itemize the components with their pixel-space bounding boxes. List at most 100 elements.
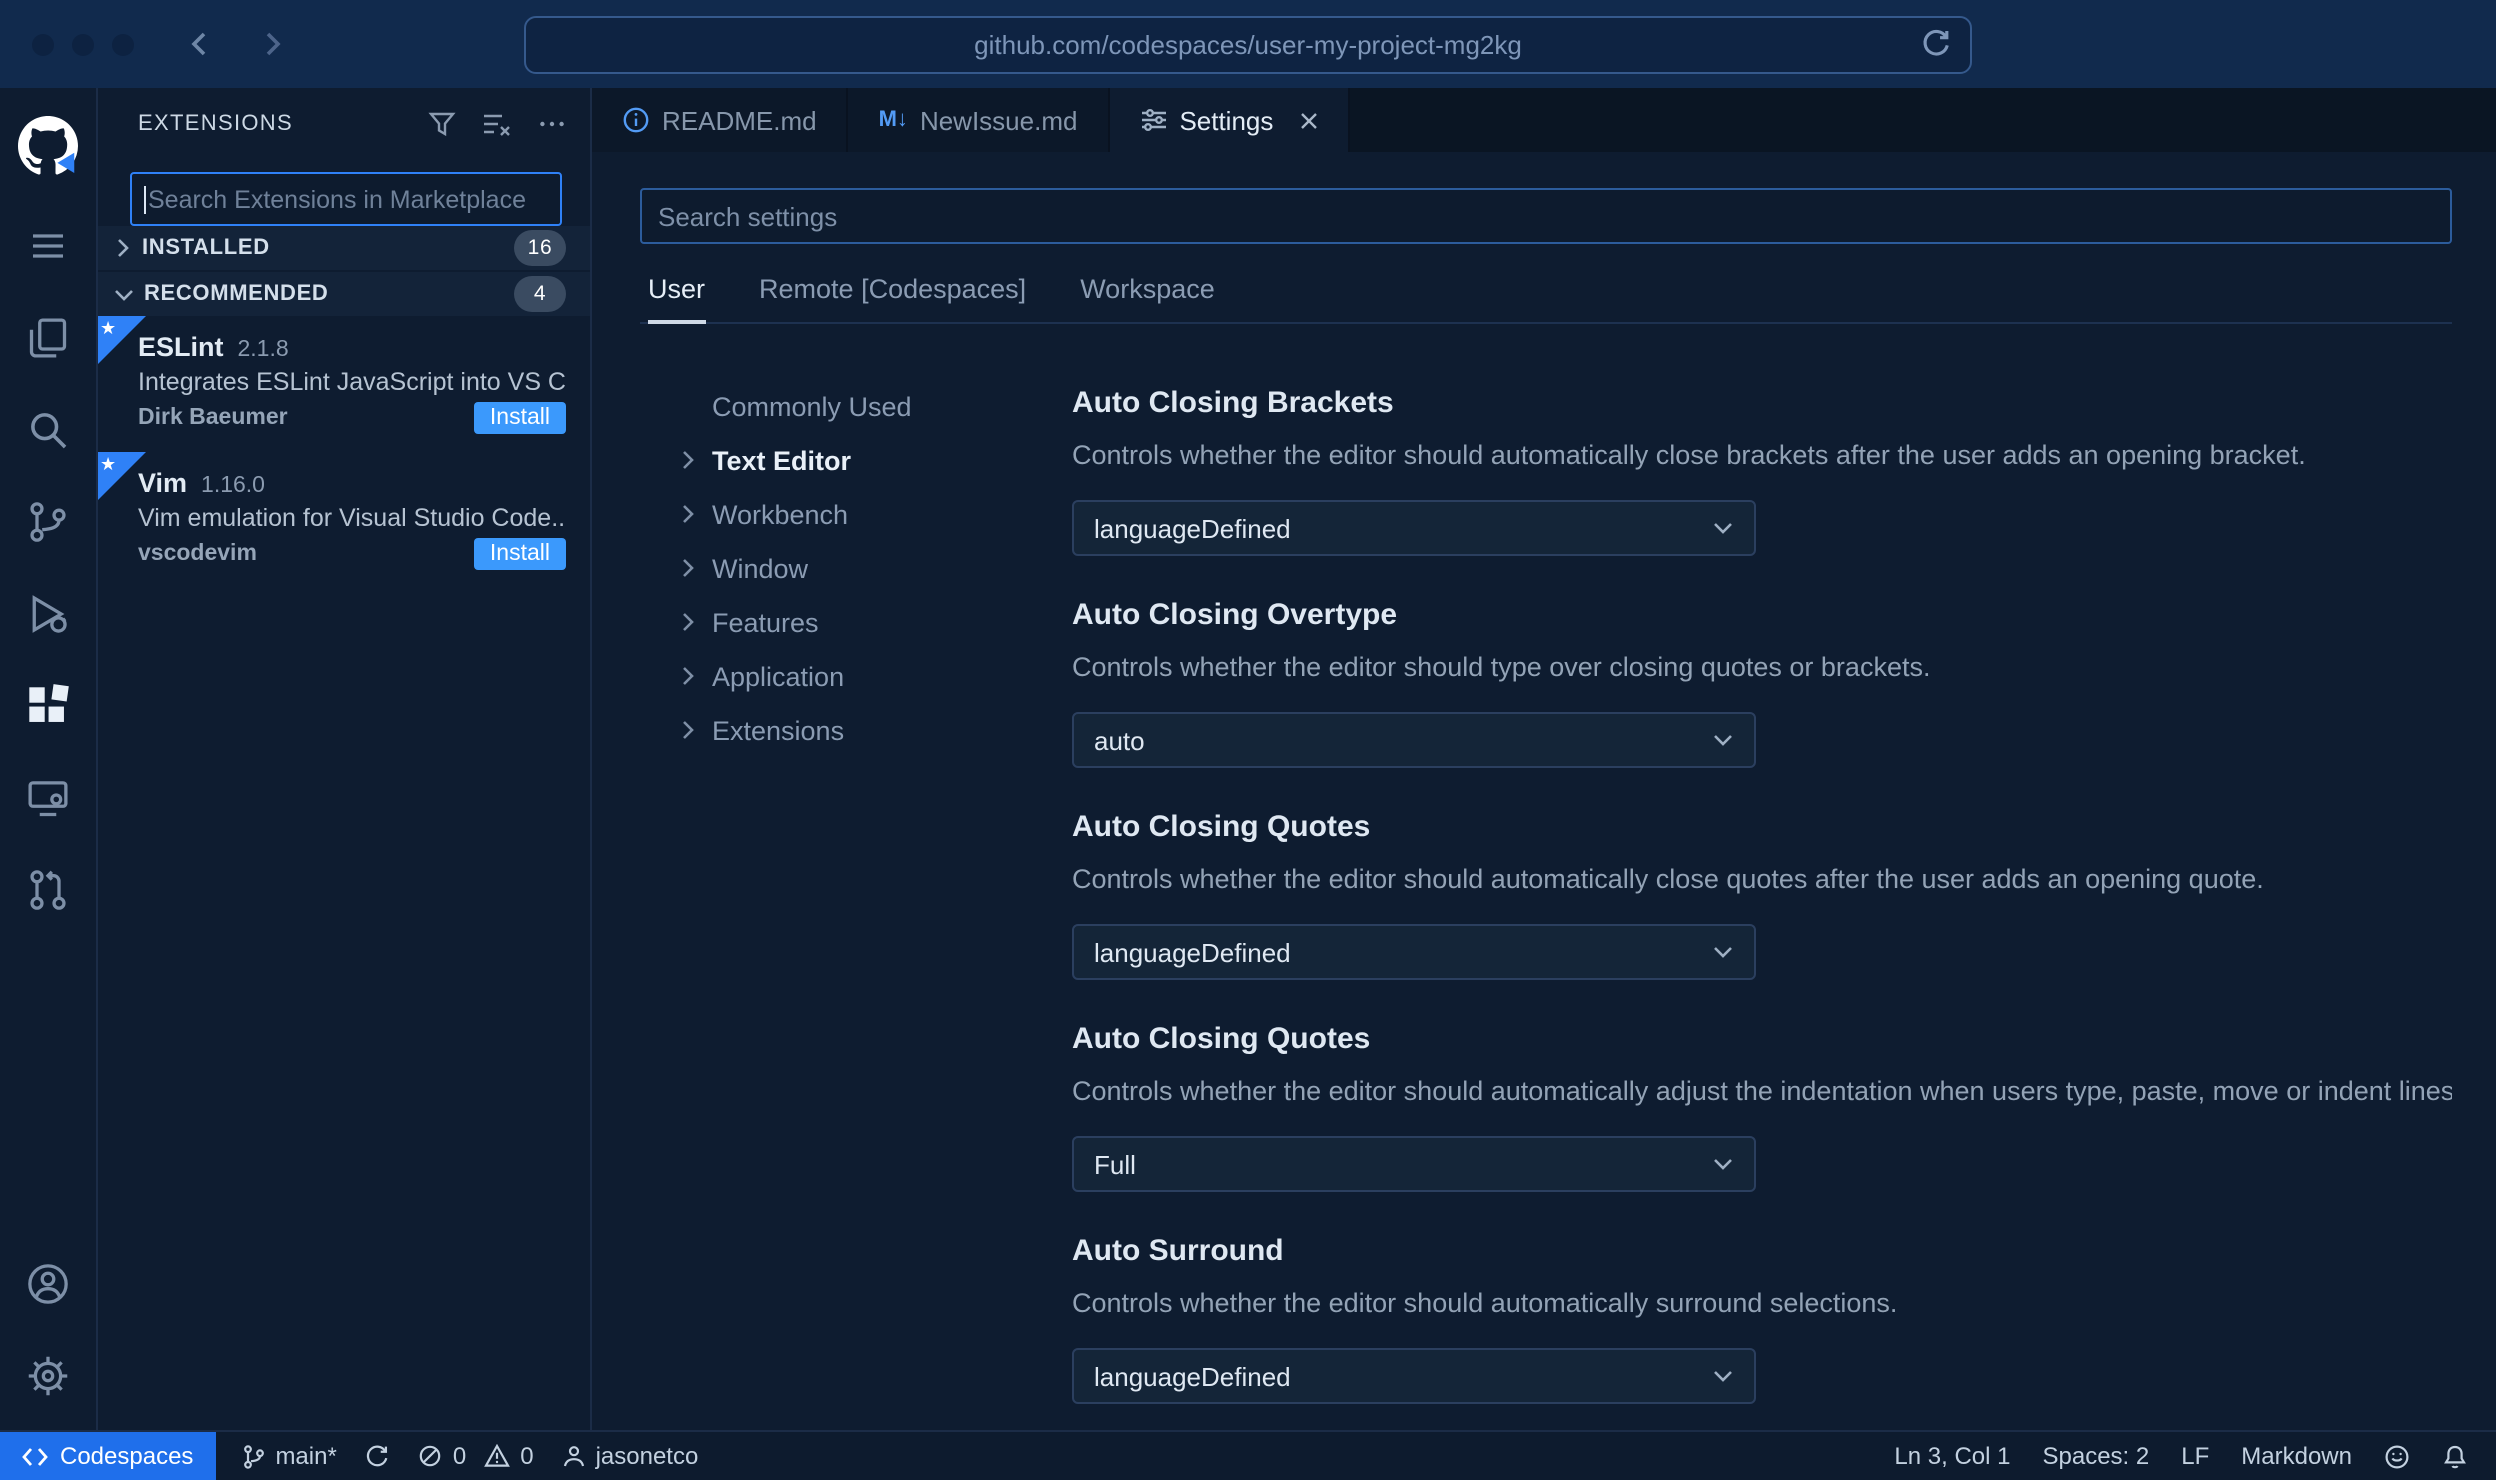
settings-tab-icon: [1139, 106, 1167, 134]
tab-newissue[interactable]: M↓ NewIssue.md: [848, 88, 1110, 152]
extensions-search-input[interactable]: Search Extensions in Marketplace: [130, 172, 562, 226]
setting-description: Controls whether the editor should type …: [1072, 652, 1931, 682]
browser-chrome: github.com/codespaces/user-my-project-mg…: [0, 0, 2496, 88]
setting-description: Controls whether the editor should autom…: [1072, 1076, 2452, 1106]
scope-tab-workspace[interactable]: Workspace: [1080, 274, 1215, 304]
github-user-indicator[interactable]: jasonetco: [548, 1432, 713, 1480]
chevron-right-icon: [680, 558, 700, 578]
extension-description: Vim emulation for Visual Studio Code...: [138, 504, 566, 532]
dropdown-value: languageDefined: [1094, 513, 1291, 543]
setting-dropdown[interactable]: Full: [1072, 1136, 1756, 1192]
setting-title: Auto Surround: [1072, 1234, 1284, 1268]
cursor-position-indicator[interactable]: Ln 3, Col 1: [1878, 1432, 2026, 1480]
clear-search-results-icon[interactable]: [482, 110, 512, 138]
github-codespaces-logo[interactable]: [0, 92, 96, 200]
status-bar: Codespaces main* 0 0 jasonetco Ln 3, Col…: [0, 1430, 2496, 1480]
extension-version: 2.1.8: [237, 338, 289, 362]
markdown-icon: M↓: [878, 108, 908, 132]
more-actions-icon[interactable]: [538, 110, 566, 138]
account-icon[interactable]: [0, 1238, 96, 1330]
window-minimize-button[interactable]: [72, 33, 94, 55]
setting-item: Auto Closing Quotes Controls whether the…: [1072, 808, 2452, 980]
chevron-right-icon: [680, 666, 700, 686]
toc-item-commonly-used[interactable]: Commonly Used: [680, 384, 1072, 428]
section-label: INSTALLED: [142, 236, 270, 260]
chevron-down-icon: [1712, 520, 1734, 536]
section-recommended[interactable]: RECOMMENDED 4: [98, 272, 590, 316]
window-controls[interactable]: [32, 33, 134, 55]
search-icon[interactable]: [0, 384, 96, 476]
extension-list-item[interactable]: ★ ESLint 2.1.8 Integrates ESLint JavaScr…: [98, 316, 590, 452]
notifications-bell-icon[interactable]: [2426, 1432, 2484, 1480]
run-and-debug-icon[interactable]: [0, 568, 96, 660]
setting-dropdown[interactable]: languageDefined: [1072, 1348, 1756, 1404]
setting-description: Controls whether the editor should autom…: [1072, 440, 2306, 470]
tab-settings[interactable]: Settings: [1109, 88, 1350, 152]
sync-button[interactable]: [351, 1432, 405, 1480]
setting-item: Auto Closing Quotes Controls whether the…: [1072, 1020, 2452, 1192]
branch-indicator[interactable]: main*: [227, 1432, 350, 1480]
feedback-icon[interactable]: [2368, 1432, 2426, 1480]
explorer-icon[interactable]: [0, 292, 96, 384]
window-close-button[interactable]: [32, 33, 54, 55]
setting-dropdown[interactable]: auto: [1072, 712, 1756, 768]
codespaces-icon: [22, 1445, 48, 1467]
remote-explorer-icon[interactable]: [0, 752, 96, 844]
window-zoom-button[interactable]: [112, 33, 134, 55]
forward-icon[interactable]: [258, 30, 286, 58]
eol-indicator[interactable]: LF: [2165, 1432, 2225, 1480]
toc-item-text-editor[interactable]: Text Editor: [680, 438, 1072, 482]
section-installed[interactable]: INSTALLED 16: [98, 226, 590, 270]
recommended-ribbon-icon: ★: [98, 316, 146, 364]
setting-dropdown[interactable]: languageDefined: [1072, 924, 1756, 980]
extension-author: vscodevim: [138, 542, 257, 566]
toc-item-window[interactable]: Window: [680, 546, 1072, 590]
problems-indicator[interactable]: 0 0: [405, 1432, 548, 1480]
chevron-right-icon: [680, 612, 700, 632]
toc-item-features[interactable]: Features: [680, 600, 1072, 644]
sidebar-title: EXTENSIONS: [138, 112, 294, 136]
activity-bar: [0, 88, 98, 1430]
chevron-right-icon: [680, 504, 700, 524]
settings-search-input[interactable]: Search settings: [640, 188, 2452, 244]
tab-readme[interactable]: README.md: [592, 88, 849, 152]
branch-icon: [241, 1443, 265, 1469]
filter-icon[interactable]: [428, 110, 456, 138]
close-icon[interactable]: [1299, 111, 1317, 129]
extension-list-item[interactable]: ★ Vim 1.16.0 Vim emulation for Visual St…: [98, 452, 590, 588]
install-button[interactable]: Install: [473, 538, 566, 570]
warnings-icon: [484, 1444, 511, 1468]
toc-item-extensions[interactable]: Extensions: [680, 708, 1072, 752]
info-icon: [622, 106, 650, 134]
settings-gear-icon[interactable]: [0, 1330, 96, 1422]
setting-dropdown[interactable]: languageDefined: [1072, 500, 1756, 556]
refresh-icon[interactable]: [1918, 26, 1954, 62]
settings-search-placeholder: Search settings: [658, 201, 838, 231]
pull-requests-icon[interactable]: [0, 844, 96, 936]
codespaces-remote-button[interactable]: Codespaces: [0, 1432, 216, 1480]
extensions-search-placeholder: Search Extensions in Marketplace: [148, 185, 526, 213]
dropdown-value: auto: [1094, 725, 1145, 755]
scope-tab-remote[interactable]: Remote [Codespaces]: [759, 274, 1026, 304]
extensions-icon[interactable]: [0, 660, 96, 752]
extension-author: Dirk Baeumer: [138, 406, 288, 430]
url-bar[interactable]: github.com/codespaces/user-my-project-mg…: [524, 16, 1972, 74]
source-control-icon[interactable]: [0, 476, 96, 568]
user-icon: [562, 1444, 586, 1468]
setting-description: Controls whether the editor should autom…: [1072, 864, 2264, 894]
tab-label: NewIssue.md: [919, 105, 1078, 135]
extensions-sidebar: EXTENSIONS Search Extensions in Marketpl…: [98, 88, 592, 1430]
settings-group-list: Auto Closing Brackets Controls whether t…: [1072, 384, 2452, 1430]
toc-item-workbench[interactable]: Workbench: [680, 492, 1072, 536]
extension-name: ESLint: [138, 332, 224, 362]
install-button[interactable]: Install: [473, 402, 566, 434]
settings-editor: Search settings User Remote [Codespaces]…: [592, 152, 2496, 1430]
indentation-indicator[interactable]: Spaces: 2: [2027, 1432, 2166, 1480]
back-icon[interactable]: [186, 30, 214, 58]
menu-icon[interactable]: [0, 200, 96, 292]
setting-item: Auto Closing Overtype Controls whether t…: [1072, 596, 2452, 768]
language-mode-indicator[interactable]: Markdown: [2225, 1432, 2368, 1480]
scope-tab-user[interactable]: User: [648, 274, 705, 324]
toc-item-application[interactable]: Application: [680, 654, 1072, 698]
installed-count-badge: 16: [514, 230, 566, 266]
